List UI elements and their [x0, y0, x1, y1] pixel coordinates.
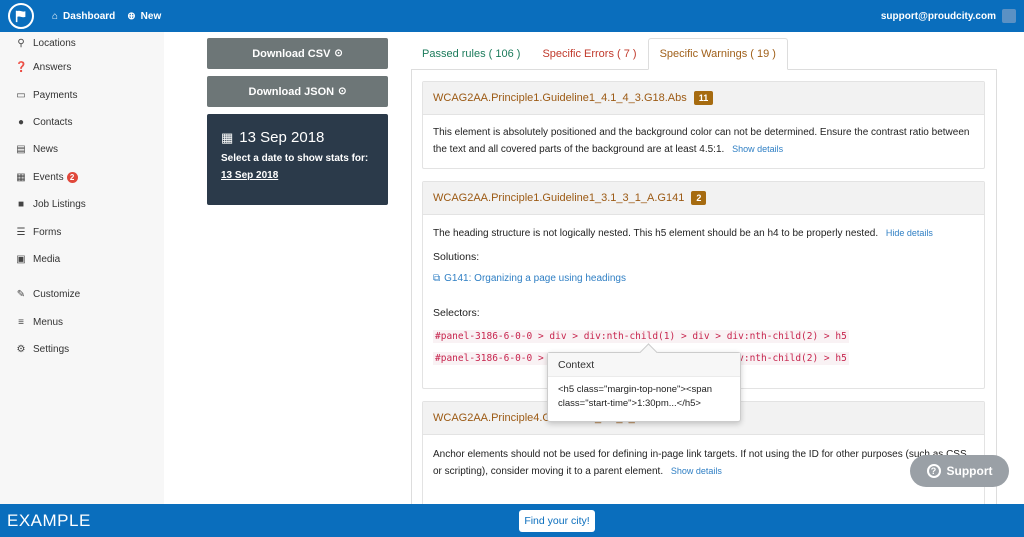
sidebar-item-label: Job Listings [33, 199, 86, 211]
sidebar-item-customize[interactable]: ✎ Customize [0, 281, 164, 308]
sidebar-item-label: Locations [33, 37, 76, 49]
question-icon: ? [926, 464, 941, 478]
issue-count-badge: 11 [693, 91, 714, 105]
solutions-label: Solutions: [433, 251, 480, 263]
tab-specific-errors[interactable]: Specific Errors ( 7 ) [531, 38, 647, 70]
bars-icon: ≡ [18, 316, 24, 328]
sidebar: ⚲ Locations ❓ Answers ▭ Payments ● Conta… [0, 32, 164, 504]
brush-icon: ✎ [16, 289, 26, 301]
avatar [1002, 9, 1016, 23]
sidebar-item-label: Events [33, 171, 64, 183]
user-email: support@proudcity.com [880, 10, 996, 22]
sidebar-item-forms[interactable]: ☰ Forms [0, 218, 164, 245]
issue-description: This element is absolutely positioned an… [433, 127, 970, 155]
download-json-label: Download JSON [248, 85, 335, 98]
sidebar-item-payments[interactable]: ▭ Payments [0, 81, 164, 108]
calendar-icon: ▦ [221, 129, 234, 145]
download-json-button[interactable]: Download JSON ⊙ [207, 76, 388, 107]
question-circle-icon: ❓ [15, 62, 28, 74]
issue-code: WCAG2AA.Principle1.Guideline1_4.1_4_3.G1… [433, 92, 687, 104]
support-label: Support [946, 464, 993, 478]
sidebar-item-label: Media [33, 253, 61, 265]
selectors-label: Selectors: [433, 307, 480, 319]
example-label: EXAMPLE [7, 511, 91, 530]
plus-circle-icon: ⊕ [127, 10, 136, 22]
proudcity-logo-icon[interactable] [8, 3, 34, 29]
sidebar-item-label: Menus [33, 316, 64, 328]
context-popover: Context <h5 class="margin-top-none"><spa… [547, 352, 741, 422]
solution-link[interactable]: ⧉ G141: Organizing a page using headings [433, 271, 974, 287]
sidebar-item-label: Customize [33, 289, 81, 301]
sidebar-item-media[interactable]: ▣ Media [0, 246, 164, 273]
results-tabs: Passed rules ( 106 ) Specific Errors ( 7… [411, 38, 788, 70]
popover-body: <h5 class="margin-top-none"><span class=… [558, 384, 713, 409]
show-details-link[interactable]: Show details [732, 144, 783, 154]
sidebar-item-label: Payments [33, 89, 78, 101]
download-icon: ⊙ [338, 86, 347, 97]
sidebar-item-label: Answers [33, 62, 72, 74]
sidebar-item-label: Contacts [33, 116, 73, 128]
database-icon: ☰ [16, 226, 26, 238]
download-csv-button[interactable]: Download CSV ⊙ [207, 38, 388, 69]
show-details-link[interactable]: Show details [671, 466, 722, 476]
map-marker-icon: ⚲ [17, 37, 25, 49]
cogs-icon: ⚙ [16, 344, 26, 356]
download-csv-label: Download CSV [252, 47, 331, 60]
dashboard-label: Dashboard [63, 10, 116, 22]
current-date: 13 Sep 2018 [239, 129, 325, 146]
sidebar-item-label: Forms [33, 226, 62, 238]
tab-specific-warnings[interactable]: Specific Warnings ( 19 ) [647, 38, 788, 70]
sidebar-item-label: Settings [33, 344, 70, 356]
credit-card-icon: ▭ [16, 89, 26, 101]
download-icon: ⊙ [334, 48, 343, 59]
new-label: New [140, 10, 162, 22]
user-menu[interactable]: support@proudcity.com [881, 9, 1016, 23]
sidebar-item-answers[interactable]: ❓ Answers [0, 54, 164, 81]
image-icon: ▣ [16, 253, 26, 265]
bottom-bar: EXAMPLE Find your city! [0, 504, 1024, 537]
sidebar-item-locations[interactable]: ⚲ Locations [0, 32, 164, 54]
dashboard-icon: ⌂ [52, 10, 59, 22]
sidebar-item-menus[interactable]: ≡ Menus [0, 309, 164, 336]
issue-description: The heading structure is not logically n… [433, 228, 879, 239]
sidebar-item-settings[interactable]: ⚙ Settings [0, 336, 164, 363]
find-your-city-button[interactable]: Find your city! [519, 510, 595, 532]
solution-link-text: G141: Organizing a page using headings [444, 273, 626, 284]
popover-title: Context [548, 353, 740, 377]
issue-code: WCAG2AA.Principle1.Guideline1_3.1_3_1_A.… [433, 192, 685, 204]
events-count-badge: 2 [66, 171, 78, 183]
support-button[interactable]: ? Support [910, 455, 1009, 487]
tab-passed-rules[interactable]: Passed rules ( 106 ) [411, 38, 531, 70]
sidebar-item-news[interactable]: ▤ News [0, 136, 164, 163]
briefcase-icon: ■ [17, 199, 25, 211]
newspaper-icon: ▤ [16, 144, 26, 156]
dashboard-link[interactable]: ⌂ Dashboard [52, 11, 115, 22]
selector-code[interactable]: #panel-3186-6-0-0 > div > div:nth-child(… [433, 330, 849, 343]
sidebar-item-contacts[interactable]: ● Contacts [0, 109, 164, 136]
date-select-link[interactable]: 13 Sep 2018 [221, 170, 374, 181]
top-bar: ⌂ Dashboard ⊕ New support@proudcity.com [0, 0, 1024, 32]
sidebar-item-label: News [33, 144, 59, 156]
hide-details-link[interactable]: Hide details [886, 228, 933, 238]
new-link[interactable]: ⊕ New [127, 11, 161, 22]
external-link-icon: ⧉ [433, 273, 441, 284]
user-icon: ● [17, 116, 25, 128]
issue-count-badge: 2 [691, 191, 707, 205]
date-picker-card: ▦ 13 Sep 2018 Select a date to show stat… [207, 114, 388, 205]
date-prompt: Select a date to show stats for: [221, 153, 369, 164]
sidebar-item-job-listings[interactable]: ■ Job Listings [0, 191, 164, 218]
issue-card: WCAG2AA.Principle1.Guideline1_4.1_4_3.G1… [422, 81, 985, 169]
calendar-icon: ▦ [16, 171, 26, 183]
sidebar-item-events[interactable]: ▦ Events 2 [0, 164, 164, 191]
